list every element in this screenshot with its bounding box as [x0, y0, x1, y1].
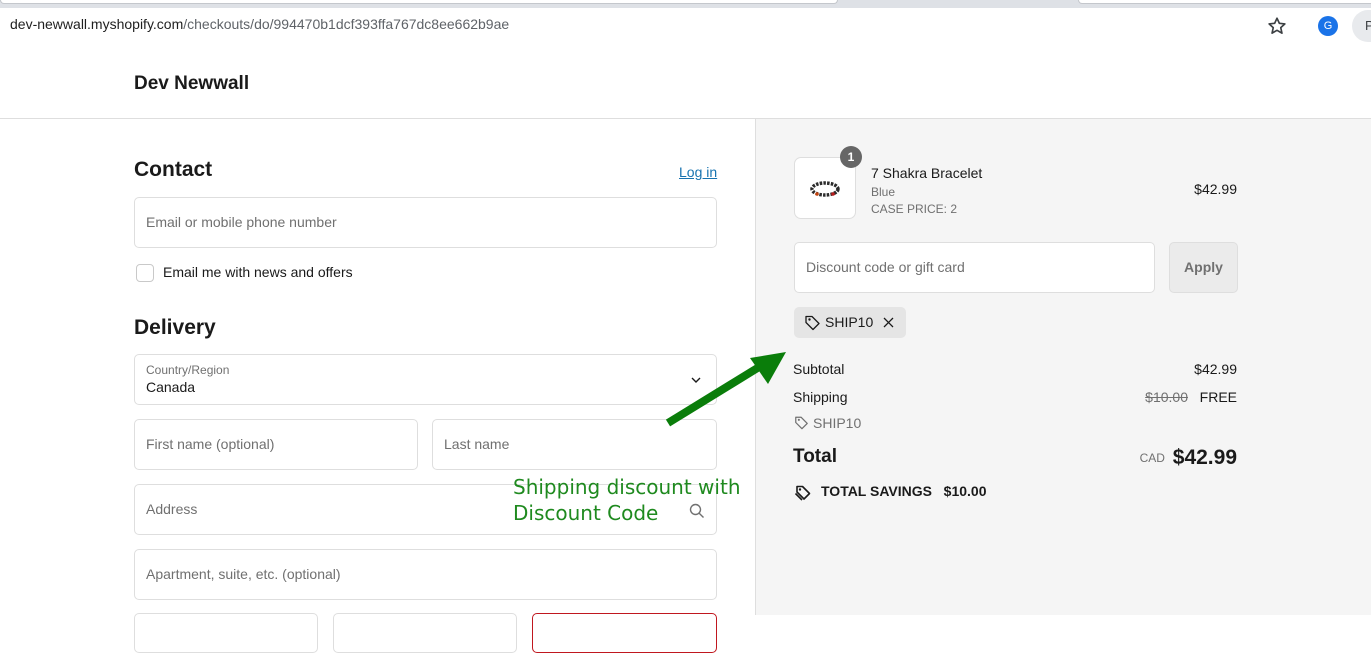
bookmark-star-icon[interactable]: [1266, 15, 1288, 37]
delivery-heading: Delivery: [134, 316, 216, 339]
total-value: $42.99: [1172, 446, 1237, 469]
total-savings: TOTAL SAVINGS $10.00: [821, 483, 986, 499]
province-field[interactable]: [333, 613, 517, 653]
subtotal-label: Subtotal: [793, 361, 845, 377]
country-value: Canada: [146, 379, 196, 395]
annotation-line-2: Discount Code: [513, 501, 659, 525]
total-savings-value: $10.00: [943, 483, 987, 499]
discount-code-field[interactable]: Discount code or gift card: [794, 242, 1155, 293]
shipping-discount-code: SHIP10: [813, 415, 862, 431]
google-account-icon[interactable]: G: [1318, 16, 1338, 36]
annotation-text: Shipping discount with Discount Code: [513, 474, 741, 526]
product-price: $42.99: [1194, 181, 1237, 197]
tag-icon: [805, 315, 820, 331]
url-text[interactable]: dev-newwall.myshopify.com/checkouts/do/9…: [10, 16, 509, 32]
total-value-row: CAD $42.99: [1080, 446, 1237, 470]
savings-tag-icon: [794, 485, 811, 501]
shipping-original-price: $10.00: [1145, 389, 1188, 405]
address-placeholder: Address: [146, 501, 198, 517]
apply-button[interactable]: Apply: [1169, 242, 1238, 293]
total-savings-label: TOTAL SAVINGS: [821, 483, 932, 499]
login-link[interactable]: Log in: [679, 164, 717, 180]
profile-button[interactable]: P: [1352, 10, 1371, 42]
product-case-price: CASE PRICE: 2: [871, 202, 958, 216]
postal-code-field[interactable]: [532, 613, 717, 653]
browser-toolbar: dev-newwall.myshopify.com/checkouts/do/9…: [0, 0, 1371, 51]
subtotal-value: $42.99: [1194, 361, 1237, 377]
product-variant: Blue: [871, 185, 896, 199]
product-name: 7 Shakra Bracelet: [871, 165, 983, 181]
tab-strip: [0, 0, 1371, 8]
store-name[interactable]: Dev Newwall: [134, 73, 249, 95]
first-name-field[interactable]: First name (optional): [134, 419, 418, 470]
country-label: Country/Region: [146, 363, 230, 377]
browser-tab[interactable]: [1078, 0, 1371, 4]
apartment-placeholder: Apartment, suite, etc. (optional): [146, 566, 341, 582]
last-name-placeholder: Last name: [444, 436, 510, 452]
country-select[interactable]: Country/Region Canada: [134, 354, 717, 405]
close-icon[interactable]: [882, 316, 895, 329]
shipping-label: Shipping: [793, 389, 848, 405]
currency-code: CAD: [1139, 451, 1165, 465]
quantity-badge: 1: [840, 146, 862, 168]
email-field[interactable]: Email or mobile phone number: [134, 197, 717, 248]
contact-heading: Contact: [134, 158, 213, 181]
browser-tab[interactable]: [0, 0, 838, 4]
total-label: Total: [793, 446, 837, 467]
url-path: /checkouts/do/994470b1dcf393ffa767dc8ee6…: [183, 16, 510, 32]
newsletter-label[interactable]: Email me with news and offers: [163, 264, 353, 280]
city-field[interactable]: [134, 613, 318, 653]
url-host: dev-newwall.myshopify.com: [10, 16, 184, 32]
address-bar[interactable]: dev-newwall.myshopify.com/checkouts/do/9…: [0, 8, 1300, 44]
newsletter-checkbox[interactable]: [136, 264, 154, 282]
email-placeholder: Email or mobile phone number: [146, 214, 337, 230]
tag-icon: [795, 416, 808, 430]
shipping-value-row: $10.00 FREE: [1100, 389, 1237, 405]
first-name-placeholder: First name (optional): [146, 436, 275, 452]
discount-placeholder: Discount code or gift card: [806, 259, 965, 275]
annotation-arrow: [665, 352, 786, 427]
applied-discount-chip: SHIP10: [794, 307, 906, 338]
store-header: Dev Newwall: [0, 50, 1371, 119]
annotation-line-1: Shipping discount with: [513, 475, 741, 499]
shipping-value: FREE: [1199, 389, 1237, 405]
applied-discount-code: SHIP10: [825, 314, 874, 330]
apartment-field[interactable]: Apartment, suite, etc. (optional): [134, 549, 717, 600]
